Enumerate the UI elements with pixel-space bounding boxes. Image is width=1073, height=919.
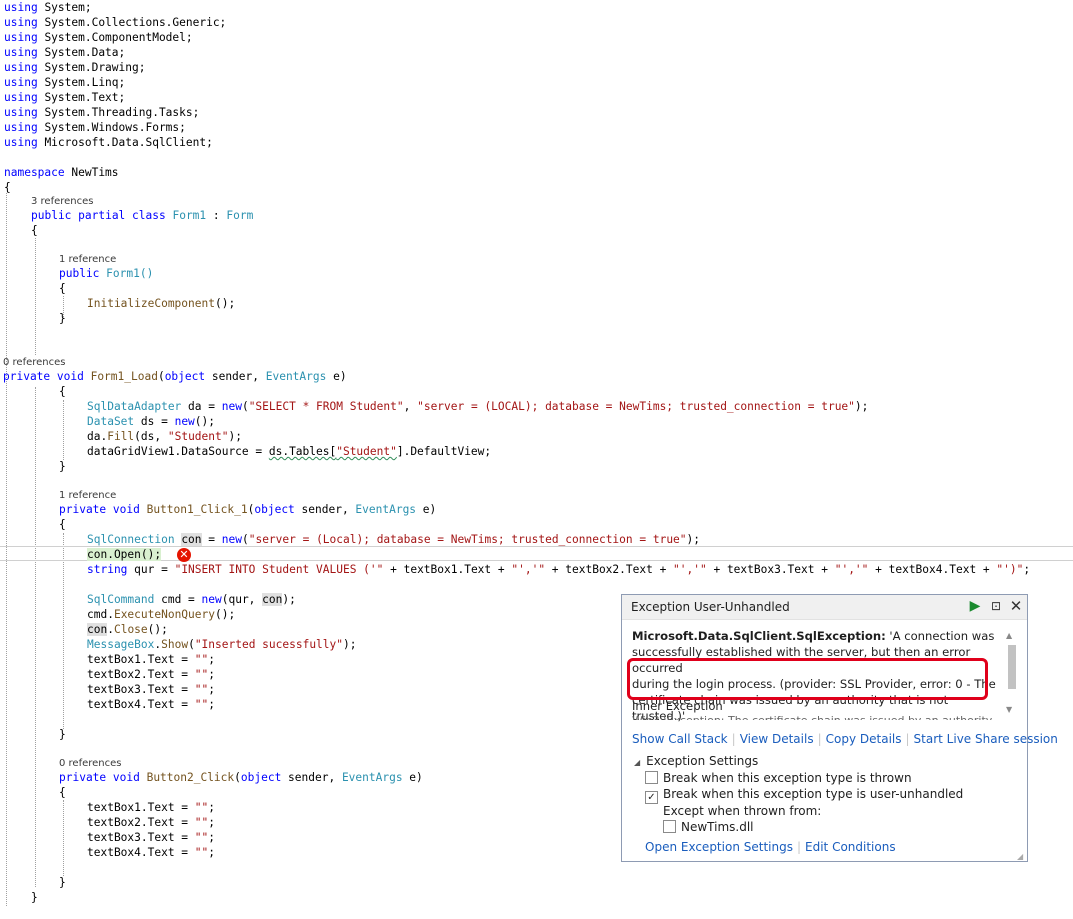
code-line: using System.Threading.Tasks; [4,106,200,119]
code-line: MessageBox.Show("Inserted sucessfully"); [87,638,357,651]
scroll-down-icon[interactable]: ▼ [1006,705,1012,714]
indent-guide [63,800,64,876]
code-line: dataGridView1.DataSource = ds.Tables["St… [87,445,492,458]
show-call-stack-link[interactable]: Show Call Stack [632,732,728,746]
popup-header: Exception User-Unhandled ▶ ⊡ ✕ [622,595,1027,620]
code-line: DataSet ds = new(); [87,415,216,428]
code-line: { [59,385,66,398]
code-line: da.Fill(ds, "Student"); [87,430,242,443]
edit-conditions-link[interactable]: Edit Conditions [805,840,896,854]
code-line: string qur = "INSERT INTO Student VALUES… [87,563,1031,576]
code-line: using System.Linq; [4,76,126,89]
popup-title: Exception User-Unhandled [631,600,790,614]
code-line: } [59,728,66,741]
code-line: con.Close(); [87,623,168,636]
indent-guide [63,533,64,729]
codelens-references[interactable]: 0 references [3,356,66,369]
code-line: using System.Collections.Generic; [4,16,227,29]
code-line: using System.Drawing; [4,61,146,74]
break-unhandled-row[interactable]: ✓ Break when this exception type is user-… [645,787,963,804]
code-line: InitializeComponent(); [87,297,236,310]
code-line: textBox4.Text = ""; [87,698,216,711]
break-unhandled-checkbox[interactable]: ✓ [645,791,658,804]
scroll-thumb[interactable] [1008,645,1016,689]
code-line: } [31,891,38,904]
code-line: using System; [4,1,92,14]
inner-exception-text: Win32Exception: The certificate chain wa… [632,714,1004,720]
code-line: textBox3.Text = ""; [87,683,216,696]
code-line: SqlConnection con = new("server = (Local… [87,533,701,546]
open-exception-settings-link[interactable]: Open Exception Settings [645,840,793,854]
except-label: Except when thrown from: [663,804,822,818]
close-icon[interactable]: ✕ [1008,598,1024,614]
message-scrollbar[interactable]: ▲ ▼ [1006,631,1018,719]
exception-type: Microsoft.Data.SqlClient.SqlException: [632,629,886,643]
exception-popup: Exception User-Unhandled ▶ ⊡ ✕ Microsoft… [621,594,1058,862]
code-line: } [59,460,66,473]
view-details-link[interactable]: View Details [740,732,814,746]
code-line: private void Form1_Load(object sender, E… [3,370,347,383]
indent-guide [35,387,36,887]
code-line: } [59,312,66,325]
code-line: textBox4.Text = ""; [87,846,216,859]
code-line: textBox2.Text = ""; [87,816,216,829]
code-line: SqlCommand cmd = new(qur, con); [87,593,296,606]
indent-guide [63,400,64,460]
code-line: using Microsoft.Data.SqlClient; [4,136,213,149]
newtims-dll-checkbox[interactable] [663,820,676,833]
code-line: using System.Windows.Forms; [4,121,186,134]
codelens-references[interactable]: 1 reference [59,489,116,502]
play-icon[interactable]: ▶ [967,598,983,614]
code-line-current: con.Open(); [87,548,162,561]
highlight-box [627,658,988,700]
code-line: { [59,282,66,295]
code-line: textBox1.Text = ""; [87,801,216,814]
code-line: { [31,224,38,237]
copy-details-link[interactable]: Copy Details [826,732,902,746]
inner-exception-label: Inner Exception [632,699,723,713]
codelens-references[interactable]: 0 references [59,757,122,770]
code-line: using System.Text; [4,91,126,104]
module-row[interactable]: NewTims.dll [663,820,754,834]
action-links: Show Call Stack | View Details | Copy Detail… [632,732,1058,746]
scroll-up-icon[interactable]: ▲ [1006,631,1012,640]
code-line: namespace NewTims [4,166,119,179]
live-share-link[interactable]: Start Live Share session [914,732,1058,746]
footer-links: Open Exception Settings | Edit Conditions [645,840,896,854]
code-line: private void Button2_Click(object sender… [59,771,423,784]
code-line: { [59,518,66,531]
code-line: } [59,876,66,889]
codelens-references[interactable]: 3 references [31,195,94,208]
code-line: public Form1() [59,267,154,280]
code-line: private void Button1_Click_1(object send… [59,503,437,516]
break-thrown-checkbox[interactable] [645,771,658,784]
code-line: { [4,181,11,194]
break-thrown-row[interactable]: Break when this exception type is thrown [645,771,912,785]
code-line: SqlDataAdapter da = new("SELECT * FROM S… [87,400,869,413]
pin-icon[interactable]: ⊡ [988,598,1004,614]
codelens-references[interactable]: 1 reference [59,253,116,266]
code-line: { [59,786,66,799]
code-line: using System.ComponentModel; [4,31,193,44]
error-icon[interactable]: ✕ [177,548,191,562]
code-line: textBox2.Text = ""; [87,668,216,681]
indent-guide [35,238,36,355]
resize-grip-icon[interactable]: ◢ [1017,852,1023,861]
collapse-triangle-icon[interactable]: ◢ [634,758,640,767]
exception-settings-header[interactable]: ◢ Exception Settings [634,754,758,768]
code-line: cmd.ExecuteNonQuery(); [87,608,236,621]
code-line: public partial class Form1 : Form [31,209,254,222]
code-line: textBox3.Text = ""; [87,831,216,844]
code-line: using System.Data; [4,46,126,59]
code-line: textBox1.Text = ""; [87,653,216,666]
